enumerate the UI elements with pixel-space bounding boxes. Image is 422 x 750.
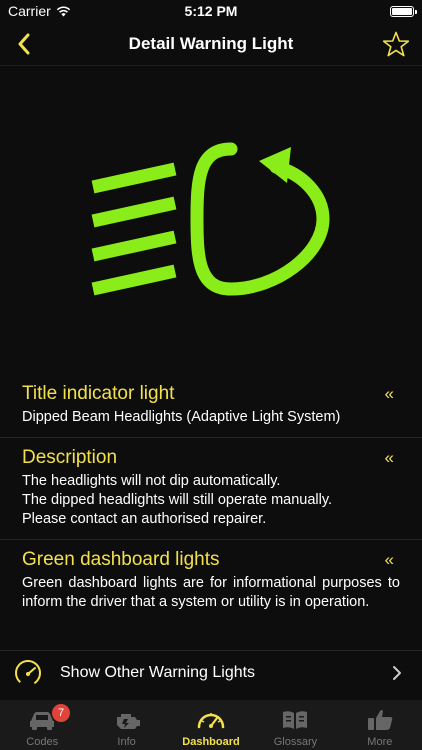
section-title: Green dashboard lights	[22, 549, 220, 570]
star-icon	[382, 31, 410, 56]
chevron-right-icon	[390, 663, 404, 683]
status-time: 5:12 PM	[184, 3, 238, 19]
wifi-icon	[56, 5, 70, 16]
battery-icon	[390, 5, 417, 17]
show-other-warnings-row[interactable]: Show Other Warning Lights	[0, 650, 422, 694]
page-title: Detail Warning Light	[128, 33, 294, 53]
section-body: Dipped Beam Headlights (Adaptive Light S…	[22, 409, 341, 425]
info-sections: Title indicator light « Dipped Beam Head…	[0, 374, 422, 622]
tab-label: Codes	[26, 736, 59, 748]
tab-info[interactable]: Info	[84, 700, 168, 750]
status-left: Carrier	[8, 3, 158, 19]
status-bar: Carrier 5:12 PM	[0, 0, 422, 22]
show-other-warnings-label: Show Other Warning Lights	[60, 663, 256, 681]
section-description: Description « The headlights will not di…	[0, 438, 422, 540]
section-title: Description	[22, 447, 118, 468]
chevron-left-icon	[18, 33, 30, 55]
thumbs-up-icon	[364, 706, 396, 734]
speedometer-icon	[195, 706, 227, 734]
tab-glossary[interactable]: Glossary	[253, 700, 337, 750]
favorite-button[interactable]	[380, 28, 412, 60]
collapse-button[interactable]: «	[385, 548, 394, 572]
carrier-label: Carrier	[8, 3, 51, 19]
tab-label: Info	[117, 736, 136, 748]
engine-icon	[111, 706, 143, 734]
codes-badge: 7	[52, 704, 70, 722]
gauge-icon	[12, 657, 44, 689]
tab-label: Glossary	[273, 736, 318, 748]
section-title-indicator: Title indicator light « Dipped Beam Head…	[0, 374, 422, 438]
book-icon	[279, 706, 311, 734]
section-body: Green dashboard lights are for informati…	[22, 575, 400, 610]
collapse-button[interactable]: «	[385, 446, 394, 470]
tab-label: Dashboard	[182, 736, 240, 748]
navigation-bar: Detail Warning Light	[0, 22, 422, 66]
tab-dashboard[interactable]: Dashboard	[169, 700, 253, 750]
collapse-button[interactable]: «	[385, 382, 394, 406]
headlight-adaptive-icon	[91, 142, 330, 296]
section-green-lights: Green dashboard lights « Green dashboard…	[0, 540, 422, 622]
warning-light-image	[0, 67, 422, 370]
tab-more[interactable]: More	[338, 700, 422, 750]
battery-fill	[392, 7, 412, 15]
tab-codes[interactable]: 7 Codes	[0, 700, 84, 750]
tab-bar: 7 Codes Info Dashboard Glossary More	[0, 700, 422, 750]
section-title: Title indicator light	[22, 383, 175, 404]
tab-label: More	[367, 736, 393, 748]
status-right	[264, 5, 417, 17]
section-body: The headlights will not dip automaticall…	[22, 473, 333, 527]
back-button[interactable]	[8, 28, 40, 60]
